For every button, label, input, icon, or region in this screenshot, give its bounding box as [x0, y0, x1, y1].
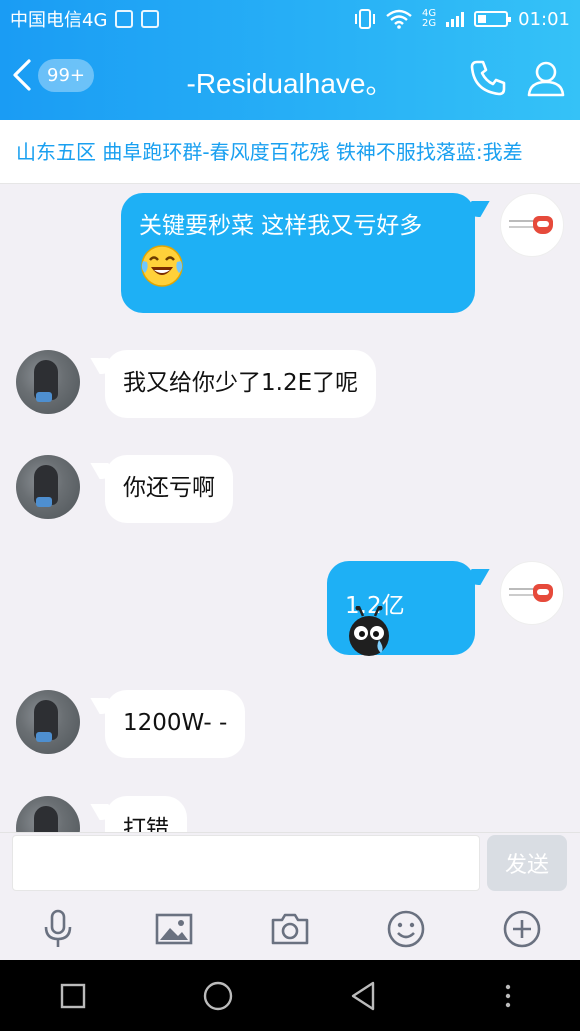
message-bubble[interactable]: 你还亏啊	[105, 455, 233, 523]
phone-call-icon[interactable]	[468, 58, 508, 98]
message-bubble[interactable]: 1.2亿	[327, 561, 475, 656]
message-bubble[interactable]: 打错	[105, 796, 187, 832]
contact-avatar[interactable]	[16, 350, 80, 414]
my-avatar[interactable]	[500, 561, 564, 625]
composer: 发送	[0, 832, 580, 960]
contact-avatar[interactable]	[16, 690, 80, 754]
message-text: 打错	[123, 816, 169, 832]
contact-avatar[interactable]	[16, 796, 80, 832]
message-text: 关键要秒菜 这样我又亏好多	[139, 213, 423, 239]
group-announcement-marquee[interactable]: 山东五区 曲阜跑环群-春风度百花残 铁神不服找落蓝:我差	[0, 120, 580, 184]
message-bubble[interactable]: 我又给你少了1.2E了呢	[105, 350, 377, 418]
status-right: 4G 2G 01:01	[354, 9, 570, 30]
recents-square-icon[interactable]	[55, 978, 91, 1014]
top-bar: 中国电信4G 4G 2G 01:01 99+ -Residualhave。	[0, 0, 580, 120]
status-bar: 中国电信4G 4G 2G 01:01	[0, 0, 580, 38]
title-bar: 99+ -Residualhave。	[0, 40, 580, 118]
paw-notification-icon	[115, 10, 134, 28]
carrier-label: 中国电信4G	[10, 10, 108, 31]
plus-icon[interactable]	[502, 909, 542, 949]
home-circle-icon[interactable]	[200, 978, 236, 1014]
message-input[interactable]	[12, 835, 480, 891]
message-bubble[interactable]: 关键要秒菜 这样我又亏好多	[121, 193, 475, 313]
system-navigation-bar	[0, 960, 580, 1031]
chat-list[interactable]: 关键要秒菜 这样我又亏好多 我又给你少了1.2E了呢 你还亏啊 1.2亿 120…	[0, 185, 580, 832]
clock: 01:01	[518, 8, 570, 30]
microphone-icon[interactable]	[38, 909, 78, 949]
emoji-icon[interactable]	[386, 909, 426, 949]
message-text: 1200W- -	[123, 710, 228, 736]
back-triangle-icon[interactable]	[345, 978, 381, 1014]
image-icon[interactable]	[154, 909, 194, 949]
tears-of-joy-emoji-icon	[141, 245, 183, 287]
crying-bug-emoji-icon	[349, 605, 389, 656]
contact-avatar[interactable]	[16, 455, 80, 519]
message-bubble[interactable]: 1200W- -	[105, 690, 246, 758]
wifi-icon	[386, 9, 412, 29]
battery-icon	[474, 11, 512, 27]
message-text: 我又给你少了1.2E了呢	[123, 370, 359, 396]
send-button[interactable]: 发送	[487, 835, 567, 891]
vibrate-icon	[355, 9, 375, 29]
network-type: 4G 2G	[422, 9, 436, 29]
composer-toolbar	[0, 905, 580, 953]
signal-icon	[446, 11, 465, 27]
camera-icon[interactable]	[270, 909, 310, 949]
more-dots-icon[interactable]	[490, 978, 526, 1014]
network-bottom-label: 2G	[422, 18, 437, 29]
message-text: 你还亏啊	[123, 475, 215, 501]
profile-icon[interactable]	[526, 58, 566, 98]
image-notification-icon	[141, 10, 160, 28]
my-avatar[interactable]	[500, 193, 564, 257]
